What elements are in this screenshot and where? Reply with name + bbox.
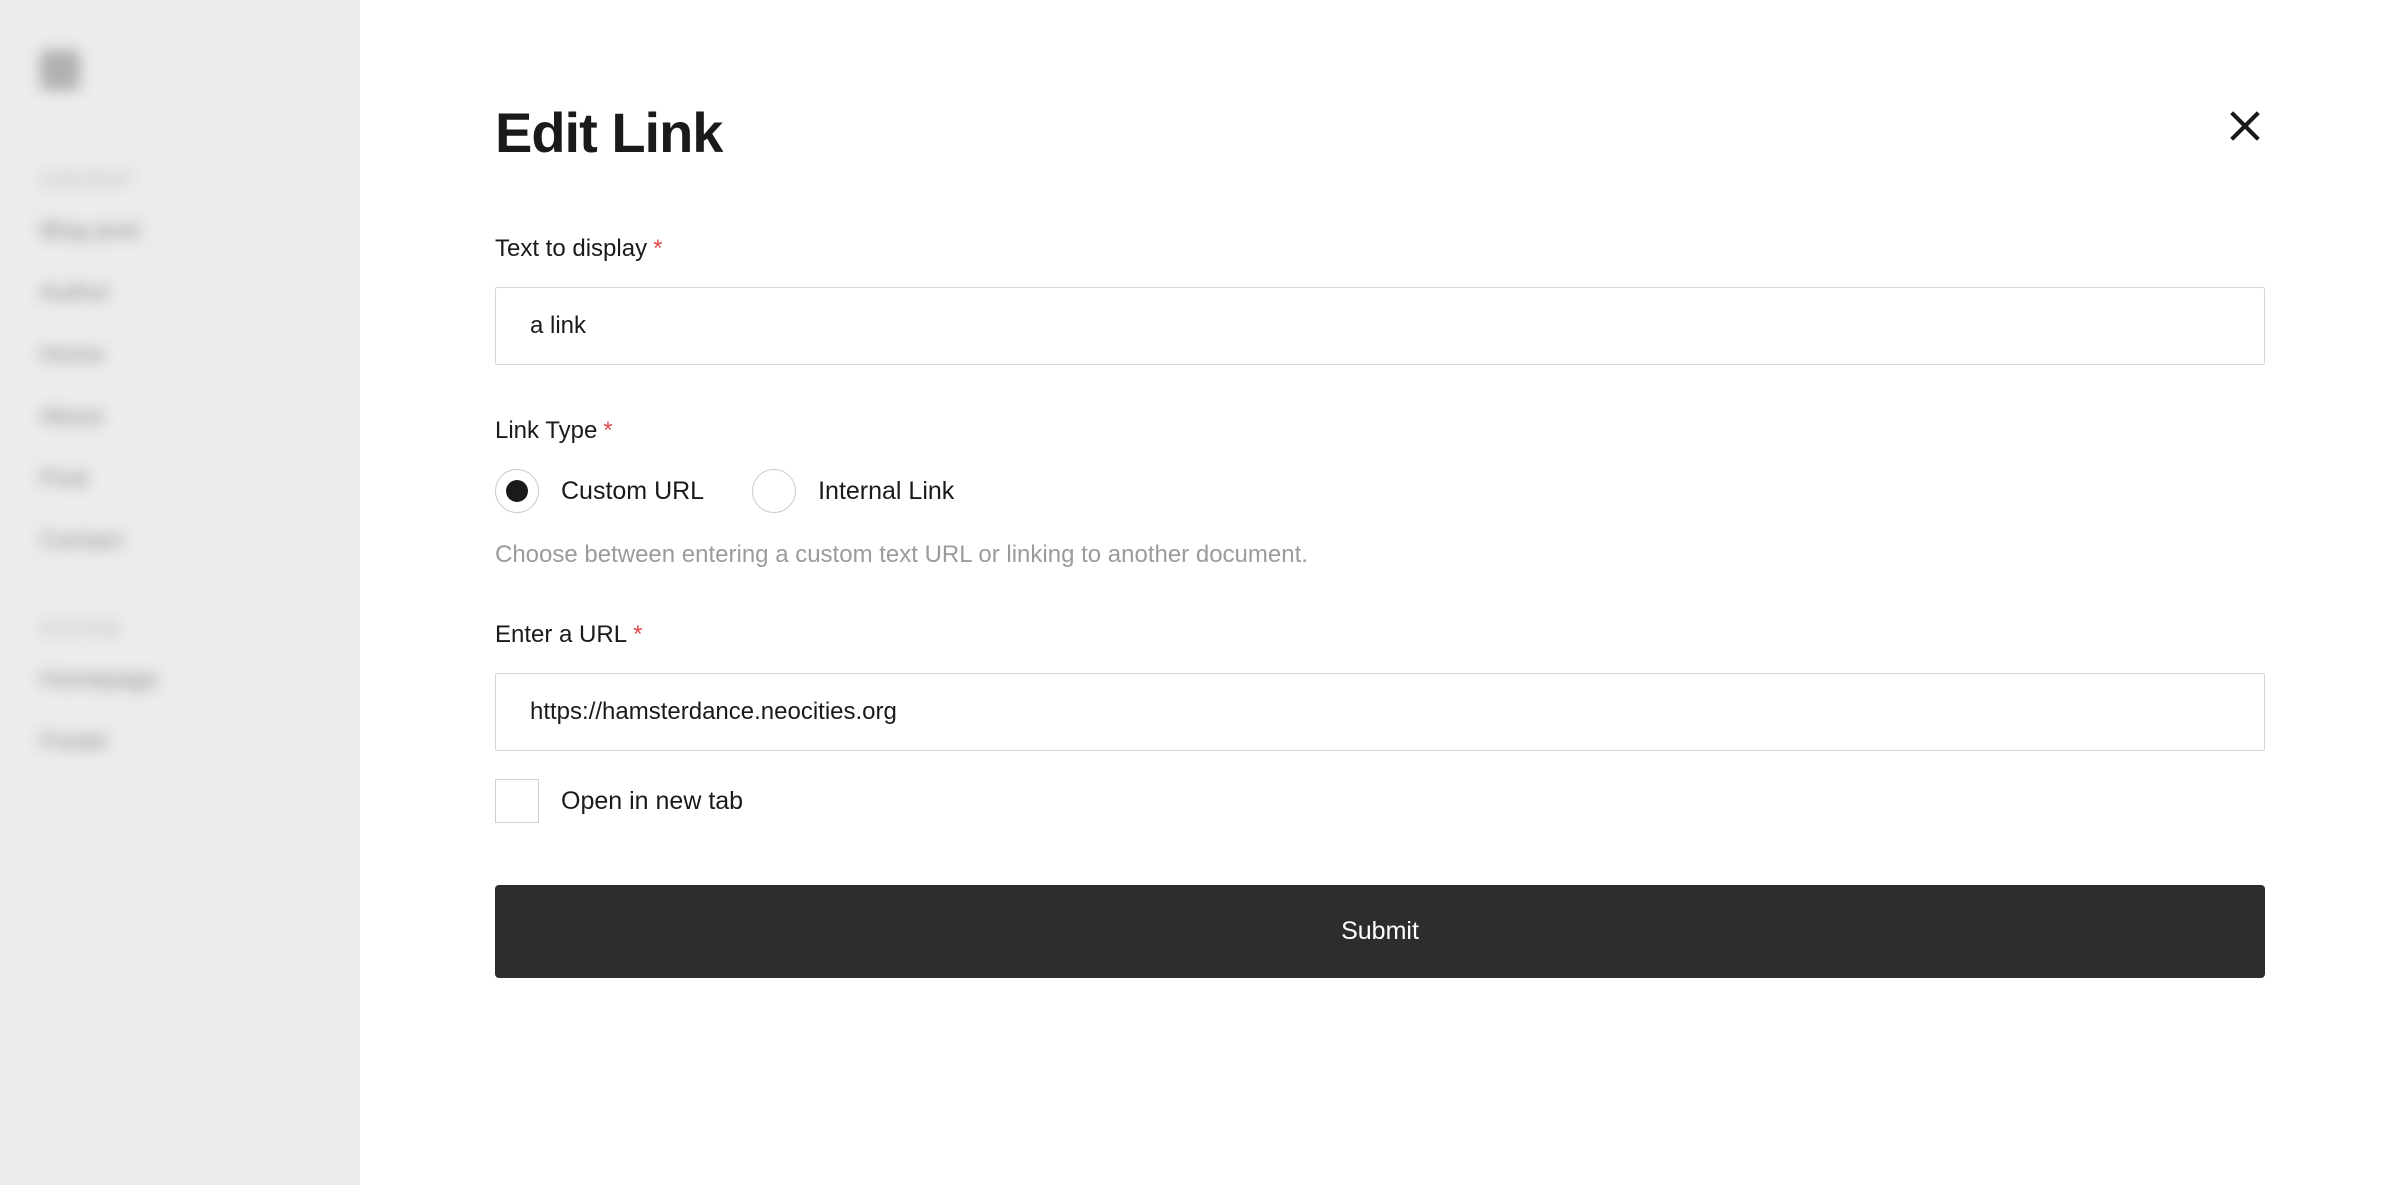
sidebar-item[interactable]: Contact [40, 527, 320, 555]
sidebar-item[interactable]: Home [40, 341, 320, 369]
sidebar: Content Blog post Author Home About Post… [0, 0, 360, 1185]
sidebar-item[interactable]: Post [40, 465, 320, 493]
field-link-type: Link Type* Custom URL Internal Link Choo… [495, 417, 2265, 569]
label-text: Enter a URL [495, 621, 627, 648]
sidebar-section-label: System [40, 619, 320, 640]
radio-group: Custom URL Internal Link [495, 469, 2265, 513]
sidebar-item[interactable]: Homepage [40, 666, 320, 694]
radio-button-icon [752, 469, 796, 513]
edit-link-modal: Edit Link Text to display* Link Type* Cu… [360, 0, 2400, 1185]
field-text-to-display: Text to display* [495, 235, 2265, 365]
help-text: Choose between entering a custom text UR… [495, 541, 2265, 569]
sidebar-item[interactable]: Footer [40, 728, 320, 756]
modal-title: Edit Link [495, 100, 722, 165]
app-logo [40, 50, 80, 90]
checkbox-label: Open in new tab [561, 787, 743, 816]
required-asterisk: * [633, 621, 642, 648]
sidebar-section-label: Content [40, 170, 320, 191]
field-label: Text to display* [495, 235, 2265, 263]
checkbox-icon [495, 779, 539, 823]
sidebar-item[interactable]: Blog post [40, 217, 320, 245]
radio-label: Internal Link [818, 477, 954, 506]
field-label: Enter a URL* [495, 621, 2265, 649]
required-asterisk: * [653, 235, 662, 262]
text-to-display-input[interactable] [495, 287, 2265, 365]
url-input[interactable] [495, 673, 2265, 751]
modal-header: Edit Link [495, 100, 2265, 165]
sidebar-item[interactable]: About [40, 403, 320, 431]
field-enter-url: Enter a URL* Open in new tab [495, 621, 2265, 823]
required-asterisk: * [603, 417, 612, 444]
open-new-tab-checkbox[interactable]: Open in new tab [495, 779, 2265, 823]
label-text: Link Type [495, 417, 597, 444]
sidebar-item[interactable]: Author [40, 279, 320, 307]
close-button[interactable] [2225, 106, 2265, 149]
radio-custom-url[interactable]: Custom URL [495, 469, 704, 513]
radio-label: Custom URL [561, 477, 704, 506]
close-icon [2225, 106, 2265, 146]
label-text: Text to display [495, 235, 647, 262]
field-label: Link Type* [495, 417, 2265, 445]
radio-button-icon [495, 469, 539, 513]
radio-internal-link[interactable]: Internal Link [752, 469, 954, 513]
submit-button[interactable]: Submit [495, 885, 2265, 978]
